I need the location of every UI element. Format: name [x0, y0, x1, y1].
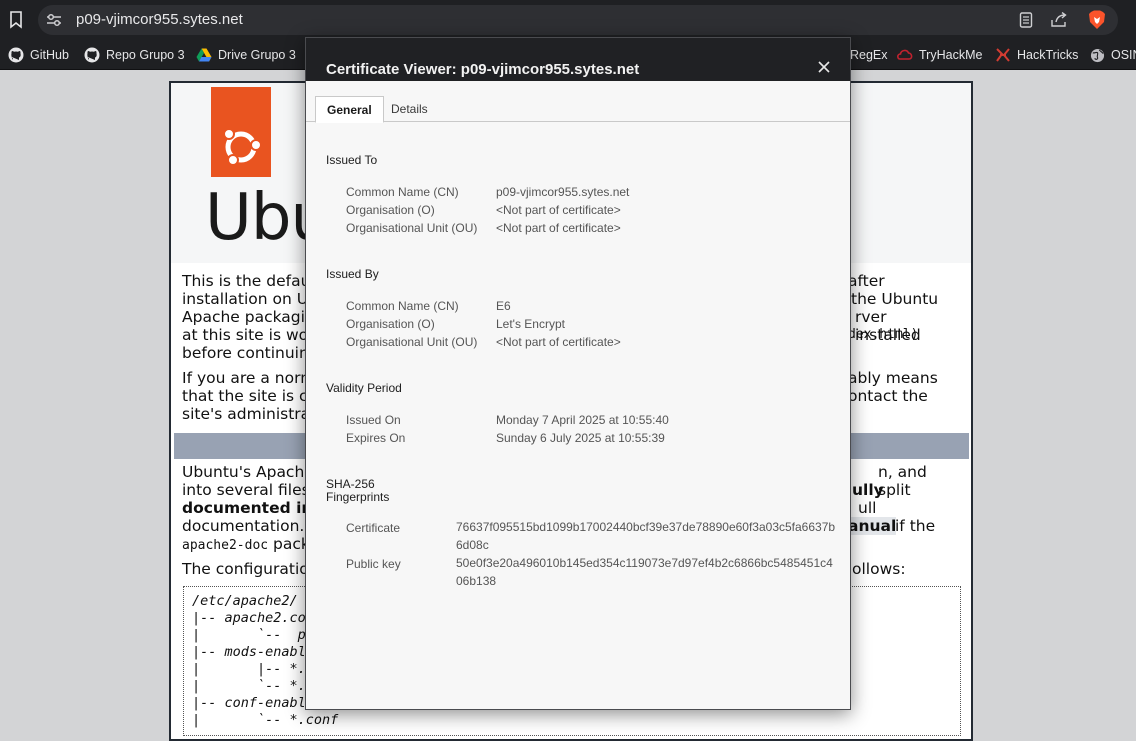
code-line: | `-- *.conf: [192, 712, 339, 728]
site-settings-icon[interactable]: [46, 13, 62, 27]
code-line: | `-- po: [192, 627, 314, 643]
bookmark-label: HackTricks: [1017, 48, 1079, 62]
bookmark-label: RegEx: [850, 48, 888, 62]
text-fragment: dex.html): [848, 327, 919, 342]
manual-link[interactable]: anual: [848, 517, 897, 535]
bookmark-regex[interactable]: RegEx: [850, 46, 888, 64]
code-line: | |-- *.: [192, 661, 306, 677]
bookmark-label: Repo Grupo 3: [106, 48, 185, 62]
field-label: Common Name (CN): [346, 185, 459, 199]
certificate-fingerprint: 76637f095515bd1099b17002440bcf39e37de788…: [456, 520, 836, 552]
close-icon[interactable]: [816, 59, 832, 75]
field-label: Expires On: [346, 431, 406, 445]
share-icon[interactable]: [1050, 11, 1068, 29]
field-label: Common Name (CN): [346, 299, 459, 313]
field-label: Issued On: [346, 413, 401, 427]
issued-to-heading: Issued To: [326, 153, 378, 167]
text-fragment: before continuing: [182, 344, 319, 362]
hacktricks-icon: [995, 47, 1011, 63]
public-key-fingerprint: 50e0f3e20a496010b145ed354c119073e7d97ef4…: [456, 556, 833, 588]
ubuntu-logo-icon: [211, 87, 271, 177]
reader-mode-icon[interactable]: [1017, 11, 1035, 29]
field-label: Organisational Unit (OU): [346, 335, 478, 349]
text-fragment: at this site is wor: [182, 326, 315, 344]
dialog-title: Certificate Viewer: p09-vjimcor955.sytes…: [306, 38, 850, 81]
tab-general[interactable]: General: [315, 96, 384, 123]
issued-by-heading: Issued By: [326, 267, 379, 281]
bookmark-icon[interactable]: [6, 9, 26, 31]
field-label: Public key: [346, 557, 401, 571]
field-value: <Not part of certificate>: [496, 203, 621, 217]
bookmark-label: OSIN: [1111, 48, 1136, 62]
text-fragment: Apache packagin: [182, 308, 315, 326]
field-value: Let's Encrypt: [496, 317, 565, 331]
field-label: Organisation (O): [346, 203, 435, 217]
text-fragment: ollows:: [852, 560, 906, 578]
field-value: <Not part of certificate>: [496, 335, 621, 349]
bookmark-tryhackme[interactable]: TryHackMe: [897, 46, 982, 64]
field-value: Sunday 6 July 2025 at 10:55:39: [496, 431, 665, 445]
github-icon: [8, 47, 24, 63]
text-fragment: This is the defau: [182, 272, 311, 290]
address-bar[interactable]: p09-vjimcor955.sytes.net: [38, 5, 1118, 35]
text-fragment: that the site is cu: [182, 387, 318, 405]
bookmark-osin[interactable]: OSIN: [1089, 46, 1136, 64]
tab-details[interactable]: Details: [380, 96, 439, 123]
field-value: Monday 7 April 2025 at 10:55:40: [496, 413, 669, 427]
github-icon: [84, 47, 100, 63]
field-label: Certificate: [346, 521, 401, 535]
bookmark-label: GitHub: [30, 48, 69, 62]
brave-shields-icon[interactable]: [1088, 10, 1106, 29]
bookmark-label: TryHackMe: [919, 48, 983, 62]
bookmark-drive-grupo-3[interactable]: Drive Grupo 3: [196, 46, 296, 64]
field-label: Organisation (O): [346, 317, 435, 331]
text-fragment: into several files: [182, 481, 310, 499]
url-text[interactable]: p09-vjimcor955.sytes.net: [76, 11, 243, 28]
text-fragment: documented in: [182, 499, 313, 517]
dialog-tabs: General Details: [306, 81, 850, 123]
text-fragment: ull: [858, 499, 877, 517]
text-fragment: if the: [895, 517, 936, 535]
tryhackme-icon: [897, 47, 913, 63]
text-fragment: after: [848, 272, 885, 290]
text-fragment: the Ubuntu: [851, 290, 939, 308]
bookmark-hacktricks[interactable]: HackTricks: [995, 46, 1078, 64]
text-fragment: n, and split: [878, 463, 927, 499]
text-fragment: site's administrat: [182, 405, 317, 423]
bookmark-label: Drive Grupo 3: [218, 48, 296, 62]
bookmark-repo-grupo-3[interactable]: Repo Grupo 3: [84, 46, 185, 64]
certificate-viewer-dialog: Certificate Viewer: p09-vjimcor955.sytes…: [305, 37, 851, 710]
text-fragment: installation on Ub: [182, 290, 318, 308]
field-label: Organisational Unit (OU): [346, 221, 478, 235]
code-line: |-- mods-enabl: [192, 644, 306, 660]
browser-toolbar: p09-vjimcor955.sytes.net: [0, 0, 1136, 40]
text-fragment: ully: [852, 481, 884, 499]
text-fragment: Ubuntu's Apache: [182, 463, 314, 481]
fingerprints-heading: SHA-256 Fingerprints: [326, 478, 389, 504]
validity-heading: Validity Period: [326, 381, 402, 395]
text-fragment: ontact the: [848, 387, 928, 405]
field-value: E6: [496, 299, 511, 313]
code-line: | `-- *.: [192, 678, 306, 694]
bookmark-github[interactable]: GitHub: [8, 46, 69, 64]
field-value: <Not part of certificate>: [496, 221, 621, 235]
globe-icon: [1089, 47, 1105, 63]
text-fragment: apache2-doc: [182, 538, 269, 553]
text-fragment: If you are a norm: [182, 369, 316, 387]
text-fragment: ably means: [848, 369, 938, 387]
fingerprints-heading-line: Fingerprints: [326, 490, 390, 504]
text-fragment: documentation. I: [182, 517, 314, 535]
code-line: |-- apache2.co: [192, 610, 306, 626]
text-fragment: The configuratio: [182, 560, 309, 578]
field-value: p09-vjimcor955.sytes.net: [496, 185, 630, 199]
google-drive-icon: [196, 47, 212, 63]
code-line: |-- conf-enabl: [192, 695, 306, 711]
code-line: /etc/apache2/: [192, 593, 298, 609]
